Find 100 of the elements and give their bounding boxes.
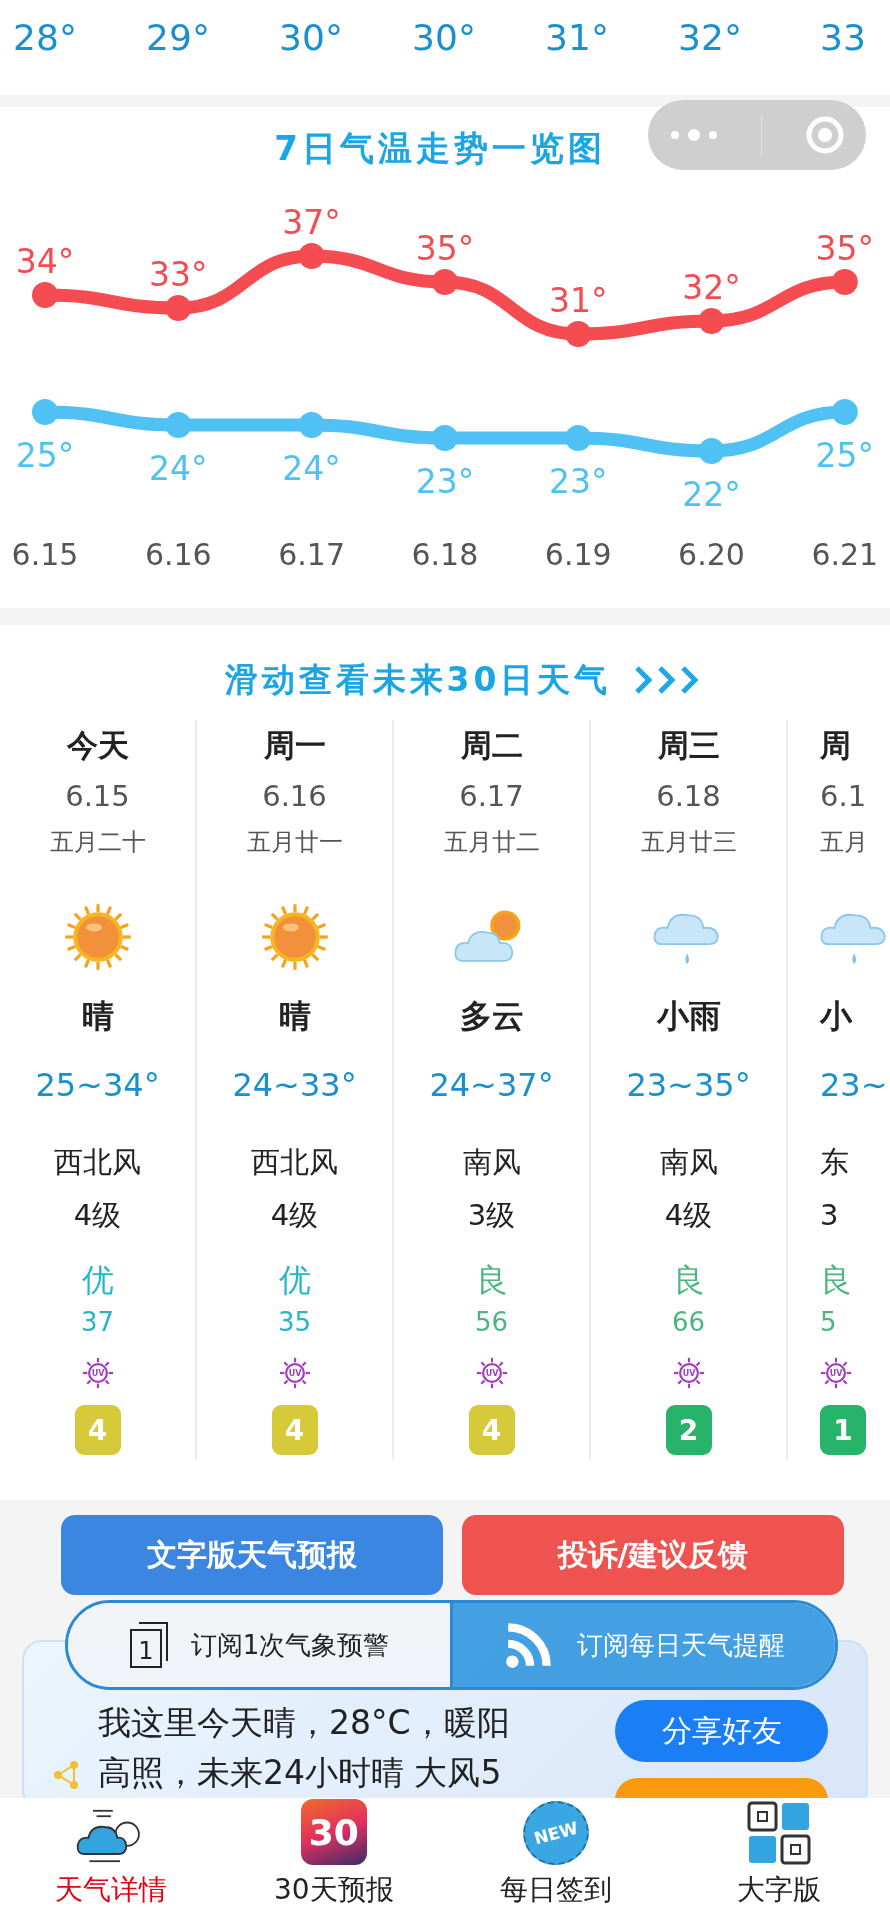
temperature-label: 35° xyxy=(415,229,475,268)
data-point xyxy=(298,412,325,438)
data-point xyxy=(831,399,858,425)
temperature-range: 23~ xyxy=(820,1065,888,1106)
lunar-date: 五月廿三 xyxy=(640,827,737,858)
wind-level: 3 xyxy=(820,1197,839,1234)
air-quality: 良 xyxy=(672,1260,705,1301)
uv-index-badge: 4 xyxy=(271,1405,318,1455)
day-date: 6.16 xyxy=(262,778,327,815)
tab[interactable]: 30 30天预报 xyxy=(222,1798,445,1920)
day-date: 6.17 xyxy=(459,778,524,815)
share-button[interactable]: 分享好友 xyxy=(615,1700,828,1762)
day-date: 6.15 xyxy=(65,778,130,815)
wind-level: 4级 xyxy=(73,1197,122,1234)
weekday: 周一 xyxy=(263,726,326,765)
hourly-temperature: 31° xyxy=(544,16,610,60)
temperature-label: 34° xyxy=(15,242,75,281)
temperature-label: 35° xyxy=(815,229,875,268)
more-icon[interactable] xyxy=(669,127,720,143)
hourly-temperature: 33 xyxy=(819,16,867,60)
data-point xyxy=(165,295,192,321)
uv-index-badge: 1 xyxy=(820,1405,866,1455)
uv-index-badge: 4 xyxy=(468,1405,515,1455)
hourly-temperature: 30° xyxy=(278,16,344,60)
wind-direction: 西北风 xyxy=(251,1144,338,1181)
temperature-range: 24~37° xyxy=(429,1065,554,1106)
air-quality: 优 xyxy=(278,1260,311,1301)
wind-level: 3级 xyxy=(467,1197,516,1234)
date-label: 6.21 xyxy=(811,537,879,572)
day-date: 6.18 xyxy=(656,778,721,815)
data-point xyxy=(431,425,458,451)
date-label: 6.20 xyxy=(678,537,745,572)
weather-condition: 小雨 xyxy=(656,996,721,1037)
temperature-label: 24° xyxy=(149,449,208,488)
temperature-label: 25° xyxy=(815,436,875,475)
air-quality-index: 66 xyxy=(671,1306,706,1339)
data-point xyxy=(165,412,192,438)
air-quality-index: 35 xyxy=(277,1306,312,1339)
action-button[interactable]: 文字版天气预报 xyxy=(61,1515,443,1595)
data-point xyxy=(298,243,325,269)
lunar-date: 五月廿一 xyxy=(246,827,343,858)
temperature-label: 24° xyxy=(282,449,341,488)
data-point xyxy=(565,321,592,347)
wind-direction: 南风 xyxy=(659,1144,718,1181)
temperature-label: 31° xyxy=(548,281,608,320)
uv-index-badge: 4 xyxy=(74,1405,121,1455)
wind-direction: 南风 xyxy=(462,1144,521,1181)
hourly-temperature: 29° xyxy=(145,16,211,60)
action-button[interactable] xyxy=(615,1778,828,1800)
weather-condition: 晴 xyxy=(278,996,311,1037)
temperature-label: 32° xyxy=(682,268,741,307)
weekday: 今天 xyxy=(66,726,129,765)
weekday: 周三 xyxy=(657,726,720,765)
chart-title: 7日气温走势一览图 xyxy=(274,127,606,169)
wind-direction: 东 xyxy=(820,1144,849,1181)
data-point xyxy=(32,399,58,425)
temperature-label: 23° xyxy=(548,462,608,501)
date-label: 6.18 xyxy=(411,537,479,572)
temperature-range: 23~35° xyxy=(626,1065,751,1106)
tab[interactable]: 大字版 xyxy=(667,1798,890,1920)
weather-condition: 多云 xyxy=(459,996,524,1037)
temperature-label: 25° xyxy=(15,436,75,475)
subscribe-button[interactable]: 1 订阅1次气象预警 xyxy=(68,1603,453,1687)
share-message: 我这里今天晴，28°C，暖阳高照，未来24小时晴 大风5 xyxy=(98,1702,511,1794)
air-quality-index: 56 xyxy=(474,1306,509,1339)
temperature-range: 25~34° xyxy=(35,1065,160,1106)
weekday: 周二 xyxy=(460,726,523,765)
action-button[interactable]: 投诉/建议反馈 xyxy=(462,1515,844,1595)
date-label: 6.16 xyxy=(144,537,212,572)
weather-condition: 晴 xyxy=(81,996,114,1037)
lunar-date: 五月廿二 xyxy=(443,827,540,858)
lunar-date: 五月二十 xyxy=(49,827,146,858)
day-date: 6.1 xyxy=(820,778,867,815)
data-point xyxy=(32,282,58,308)
grid-icon xyxy=(746,1801,811,1865)
weather-condition: 小 xyxy=(820,996,852,1037)
wind-level: 4级 xyxy=(270,1197,319,1234)
tab[interactable]: 天气详情 xyxy=(0,1798,223,1920)
data-point xyxy=(831,269,858,295)
temperature-label: 33° xyxy=(149,255,208,294)
air-quality-index: 5 xyxy=(820,1306,837,1339)
wind-level: 4级 xyxy=(664,1197,713,1234)
uv-index-badge: 2 xyxy=(665,1405,712,1455)
air-quality: 良 xyxy=(820,1260,852,1301)
temperature-label: 22° xyxy=(682,475,741,514)
temperature-label: 37° xyxy=(282,203,341,242)
subscribe-button[interactable]: 订阅每日天气提醒 xyxy=(453,1603,835,1687)
data-point xyxy=(431,269,458,295)
data-point xyxy=(565,425,592,451)
hourly-temperature: 32° xyxy=(677,16,743,60)
date-label: 6.19 xyxy=(544,537,612,572)
close-icon[interactable] xyxy=(804,115,845,155)
air-quality: 优 xyxy=(81,1260,114,1301)
temperature-range: 24~33° xyxy=(232,1065,357,1106)
data-point xyxy=(698,308,725,334)
date-label: 6.17 xyxy=(278,537,345,572)
air-quality-index: 37 xyxy=(80,1306,115,1339)
hourly-temperature: 28° xyxy=(12,16,78,60)
date-label: 6.15 xyxy=(11,537,79,572)
data-point xyxy=(698,438,725,464)
